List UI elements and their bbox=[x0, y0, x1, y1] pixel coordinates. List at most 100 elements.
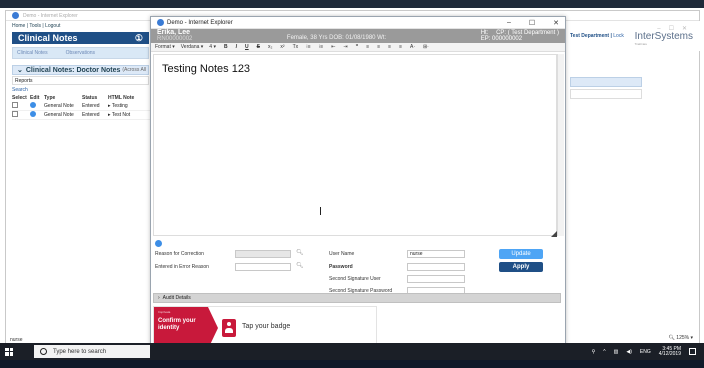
table-row: General Note Entered ▸ Testing bbox=[12, 102, 150, 111]
info-icon[interactable]: ① bbox=[135, 33, 143, 44]
update-button[interactable]: Update bbox=[499, 249, 543, 259]
format-label: Format bbox=[155, 44, 171, 50]
underline-button[interactable]: U bbox=[245, 44, 249, 50]
expand-chevron-icon: › bbox=[158, 295, 160, 301]
audit-details-bar[interactable]: › Audit Details bbox=[153, 293, 561, 303]
lookup-icon[interactable]: 🔍︎ bbox=[296, 262, 304, 269]
background-color-button[interactable]: ⊞· bbox=[423, 44, 429, 50]
editor-toolbar: Format ▾ Verdana ▾ 4 ▾ B I U S x₂ x² Tx … bbox=[151, 43, 565, 52]
rich-text-editor[interactable]: Testing Notes 123 bbox=[153, 54, 557, 236]
language-indicator[interactable]: ENG bbox=[640, 349, 651, 355]
collapse-chevron-icon[interactable]: ⌄ bbox=[17, 66, 23, 74]
strikethrough-button[interactable]: S bbox=[257, 44, 260, 50]
info-icon[interactable] bbox=[155, 240, 162, 247]
badge-brand: Imprivata bbox=[158, 310, 171, 314]
italic-button[interactable]: I bbox=[236, 44, 237, 50]
table-row: General Note Entered ▸ Test Not bbox=[12, 111, 150, 120]
col-type: Type bbox=[44, 95, 56, 101]
zoom-level[interactable]: 🔍︎ 125% ▾ bbox=[669, 335, 693, 341]
zoom-magnifier-icon: 🔍︎ bbox=[668, 335, 675, 341]
taskbar: Type here to search ⚲ ^ ▥ ◀) ENG 3:45 PM… bbox=[0, 343, 704, 360]
subscript-button[interactable]: x₂ bbox=[268, 44, 272, 50]
numbered-list-button[interactable]: ⁝≡ bbox=[306, 44, 311, 50]
row-html-note[interactable]: ▸ Testing bbox=[108, 103, 148, 109]
entered-in-error-field[interactable] bbox=[235, 263, 291, 271]
reason-for-correction-field bbox=[235, 250, 291, 258]
edit-icon[interactable] bbox=[30, 111, 36, 117]
outdent-button[interactable]: ⇤ bbox=[331, 44, 335, 50]
tab-observations[interactable]: Observations bbox=[66, 50, 95, 56]
close-button[interactable]: ✕ bbox=[553, 19, 559, 27]
people-icon[interactable]: ⚲ bbox=[592, 349, 596, 355]
row-status: Entered bbox=[82, 112, 100, 118]
row-type: General Note bbox=[44, 112, 74, 118]
row-type: General Note bbox=[44, 103, 74, 109]
right-input[interactable] bbox=[570, 89, 642, 99]
department-links: Test Department | Lock bbox=[570, 33, 624, 39]
ie-titlebar: Demo - Internet Explorer – ☐ ✕ bbox=[151, 17, 565, 29]
ie-popup-window: Demo - Internet Explorer – ☐ ✕ Erika, Le… bbox=[150, 16, 566, 360]
top-links[interactable]: Home | Tools | Logout bbox=[6, 21, 155, 31]
brand-name: InterSystems bbox=[634, 31, 693, 42]
align-justify-button[interactable]: ≡ bbox=[399, 44, 402, 50]
clock-date: 4/12/2019 bbox=[658, 350, 681, 357]
row-html-text: Testing bbox=[111, 103, 128, 109]
episode-number: EP: 000000002 bbox=[480, 36, 523, 42]
department-text[interactable]: Test Department bbox=[570, 33, 609, 39]
signature-form: Reason for Correction 🔍︎ Entered in Erro… bbox=[153, 239, 561, 297]
badge-prompt: Imprivata Confirm your identity Enroll n… bbox=[153, 306, 377, 349]
notification-center-icon[interactable] bbox=[689, 348, 696, 355]
top-edge bbox=[0, 0, 704, 8]
search-link[interactable]: Search bbox=[12, 87, 149, 93]
indent-button[interactable]: ⇥ bbox=[343, 44, 347, 50]
bg-left-panel: Home | Tools | Logout Clinical Notes ① C… bbox=[6, 21, 156, 351]
align-right-button[interactable]: ≡ bbox=[388, 44, 391, 50]
bulleted-list-button[interactable]: ⁝≡ bbox=[319, 44, 324, 50]
col-edit: Edit bbox=[30, 95, 40, 101]
table-header: Select Edit Type Status HTML Note bbox=[12, 94, 150, 102]
start-button[interactable] bbox=[0, 343, 18, 360]
maximize-button[interactable]: ☐ bbox=[529, 19, 535, 27]
text-color-button[interactable]: A· bbox=[410, 44, 415, 50]
apply-button[interactable]: Apply bbox=[499, 262, 543, 272]
row-html-note[interactable]: ▸ Test Not bbox=[108, 112, 148, 118]
format-dropdown[interactable]: Format ▾ bbox=[155, 44, 175, 50]
user-name-field[interactable]: nurse bbox=[407, 250, 465, 258]
row-checkbox[interactable] bbox=[12, 111, 18, 117]
expand-triangle-icon: ▸ bbox=[108, 112, 111, 118]
align-left-button[interactable]: ≡ bbox=[366, 44, 369, 50]
row-status: Entered bbox=[82, 103, 100, 109]
minimize-button[interactable]: – bbox=[507, 19, 511, 26]
volume-icon[interactable]: ◀) bbox=[626, 349, 632, 355]
edit-icon[interactable] bbox=[30, 102, 36, 108]
password-field[interactable] bbox=[407, 263, 465, 271]
bold-button[interactable]: B bbox=[224, 44, 228, 50]
reports-bar[interactable]: Reports bbox=[12, 76, 149, 85]
font-dropdown[interactable]: Verdana ▾ bbox=[181, 44, 204, 50]
size-dropdown[interactable]: 4 ▾ bbox=[209, 44, 216, 50]
editor-text: Testing Notes 123 bbox=[162, 63, 251, 75]
bg-tabs: Clinical Notes Observations bbox=[12, 47, 149, 59]
cortana-icon bbox=[40, 348, 47, 355]
patient-banner: Erika, Lee RN00000002 Female, 38 Yrs DOB… bbox=[151, 29, 565, 43]
resize-handle-icon[interactable] bbox=[551, 231, 557, 237]
editor-scrollbar[interactable] bbox=[557, 54, 564, 236]
patient-episode: Ht: CP: ( Test Department ) EP: 00000000… bbox=[481, 30, 559, 42]
brand-sub: TrakCare bbox=[634, 42, 648, 46]
row-checkbox[interactable] bbox=[12, 102, 18, 108]
lookup-icon[interactable]: 🔍︎ bbox=[296, 249, 304, 256]
toolbar-dropdowns: Format ▾ Verdana ▾ 4 ▾ bbox=[155, 44, 216, 50]
tab-clinical-notes[interactable]: Clinical Notes bbox=[17, 50, 48, 56]
superscript-button[interactable]: x² bbox=[280, 44, 284, 50]
expand-triangle-icon: ▸ bbox=[108, 103, 111, 109]
blockquote-button[interactable]: ❞ bbox=[356, 44, 359, 50]
clear-format-button[interactable]: Tx bbox=[293, 44, 299, 50]
taskbar-search[interactable]: Type here to search bbox=[34, 345, 150, 358]
patient-name: Erika, Lee bbox=[157, 29, 191, 36]
align-center-button[interactable]: ≡ bbox=[377, 44, 380, 50]
clock[interactable]: 3:45 PM 4/12/2019 bbox=[658, 346, 681, 357]
second-signature-user-field[interactable] bbox=[407, 275, 465, 283]
tray-chevron-icon[interactable]: ^ bbox=[603, 349, 605, 355]
network-icon[interactable]: ▥ bbox=[614, 349, 619, 355]
lock-link[interactable]: Lock bbox=[613, 33, 624, 39]
